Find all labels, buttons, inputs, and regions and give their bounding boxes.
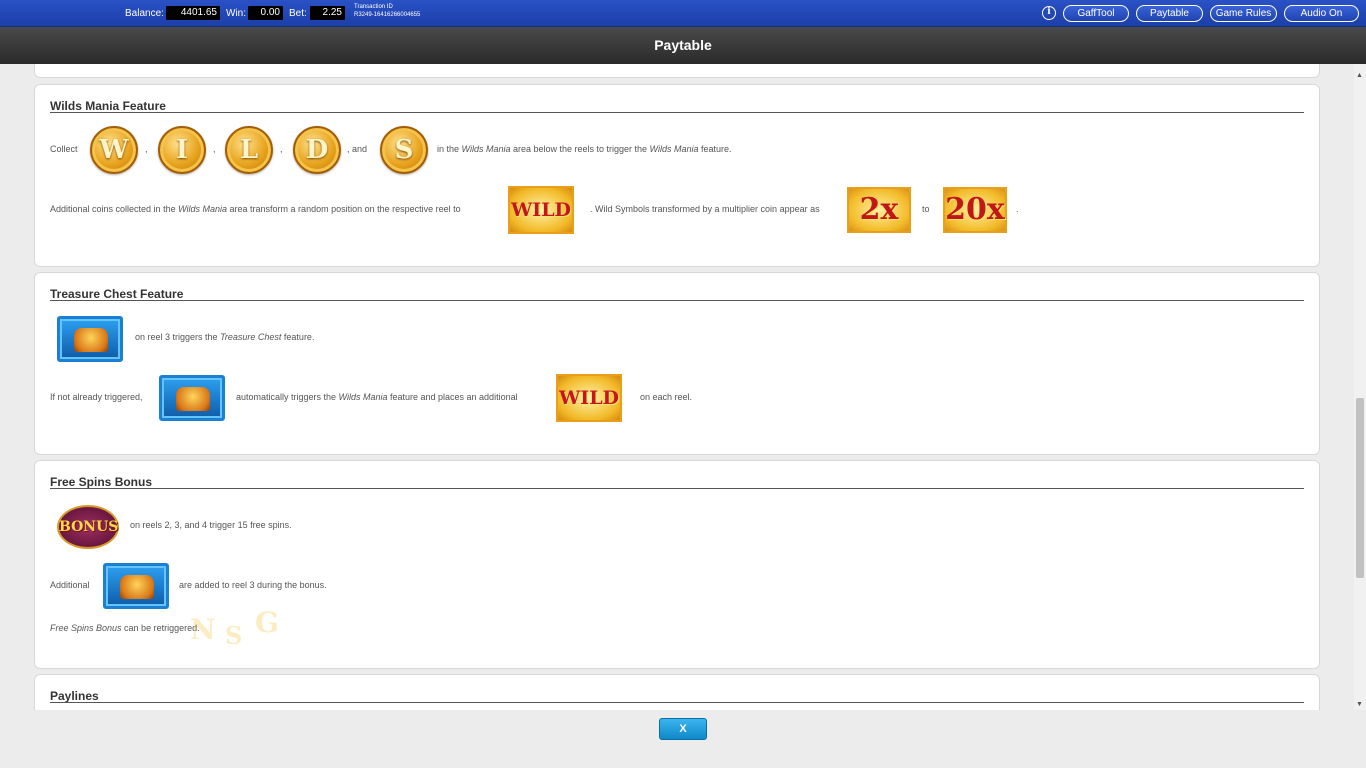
divider xyxy=(50,112,1304,113)
page-title: Paytable xyxy=(0,27,1366,64)
scroll-up-icon[interactable]: ▲ xyxy=(1356,72,1363,79)
treasure-chest-icon xyxy=(159,375,225,421)
watermark-decoration: G xyxy=(255,606,279,639)
period: . xyxy=(1016,204,1019,214)
paylines-panel: Paylines xyxy=(34,674,1320,710)
coin-l-icon: L xyxy=(225,126,273,174)
free-spins-title: Free Spins Bonus xyxy=(50,475,153,489)
transaction-value: R3249-16416266004655 xyxy=(354,12,421,18)
free-spins-line3: Free Spins Bonus can be retriggered. xyxy=(50,623,200,633)
treasure-line2-start: If not already triggered, xyxy=(50,392,143,402)
free-spins-panel: Free Spins Bonus BONUS on reels 2, 3, an… xyxy=(34,460,1320,669)
comma: , xyxy=(280,144,283,154)
treasure-chest-icon xyxy=(103,563,169,609)
bet-value: 2.25 xyxy=(310,6,345,20)
free-spins-line2-start: Additional xyxy=(50,580,90,590)
divider xyxy=(50,702,1304,703)
paylines-title: Paylines xyxy=(50,689,99,703)
multiplier-2x-icon: 2x xyxy=(847,187,911,233)
wilds-line1: in the Wilds Mania area below the reels … xyxy=(437,144,732,154)
comma: , xyxy=(213,144,216,154)
gafftool-button[interactable]: GaffTool xyxy=(1063,5,1129,22)
watermark-decoration: S xyxy=(225,621,243,650)
balance-label: Balance: xyxy=(125,8,164,19)
wilds-line2-multiplier: . Wild Symbols transformed by a multipli… xyxy=(590,204,820,214)
collect-text: Collect xyxy=(50,144,78,154)
scroll-down-icon[interactable]: ▼ xyxy=(1356,701,1363,708)
wilds-line2: Additional coins collected in the Wilds … xyxy=(50,204,461,214)
divider xyxy=(50,300,1304,301)
free-spins-line1: on reels 2, 3, and 4 trigger 15 free spi… xyxy=(130,520,292,530)
paytable-button[interactable]: Paytable xyxy=(1136,5,1203,22)
coin-s-icon: S xyxy=(380,126,428,174)
wilds-mania-panel: Wilds Mania Feature Collect W , I , L , … xyxy=(34,84,1320,267)
wilds-mania-title: Wilds Mania Feature xyxy=(50,99,166,113)
divider xyxy=(50,488,1304,489)
treasure-line1: on reel 3 triggers the Treasure Chest fe… xyxy=(135,332,315,342)
coin-i-icon: I xyxy=(158,126,206,174)
top-bar: Balance: 4401.65 Win: 0.00 Bet: 2.25 Tra… xyxy=(0,0,1366,27)
wild-symbol-icon: WILD xyxy=(508,186,574,234)
paytable-content[interactable]: Wilds Mania Feature Collect W , I , L , … xyxy=(0,64,1354,710)
win-label: Win: xyxy=(226,8,246,19)
wild-symbol-icon: WILD xyxy=(556,374,622,422)
treasure-chest-icon xyxy=(57,316,123,362)
previous-panel xyxy=(34,64,1320,78)
treasure-chest-panel: Treasure Chest Feature on reel 3 trigger… xyxy=(34,272,1320,455)
info-icon[interactable]: i xyxy=(1042,6,1056,20)
watermark-decoration: N xyxy=(190,613,216,646)
coin-d-icon: D xyxy=(293,126,341,174)
and-text: , and xyxy=(347,144,368,154)
coin-w-icon: W xyxy=(90,126,138,174)
free-spins-line2-end: are added to reel 3 during the bonus. xyxy=(179,580,327,590)
treasure-line2-mid: automatically triggers the Wilds Mania f… xyxy=(236,392,518,402)
treasure-chest-title: Treasure Chest Feature xyxy=(50,287,184,301)
close-button[interactable]: X xyxy=(659,718,707,740)
bet-label: Bet: xyxy=(289,8,307,19)
multiplier-20x-icon: 20x xyxy=(943,187,1007,233)
win-value: 0.00 xyxy=(248,6,283,20)
scrollbar[interactable]: ▲ ▼ xyxy=(1354,64,1366,710)
treasure-line2-end: on each reel. xyxy=(640,392,693,402)
to-text: to xyxy=(922,204,930,214)
bonus-symbol-icon: BONUS xyxy=(57,505,119,549)
transaction-label: Transaction ID xyxy=(354,4,393,10)
audio-toggle-button[interactable]: Audio On xyxy=(1284,5,1359,22)
balance-value: 4401.65 xyxy=(166,6,220,20)
scrollbar-thumb[interactable] xyxy=(1356,398,1364,578)
comma: , xyxy=(145,144,148,154)
game-rules-button[interactable]: Game Rules xyxy=(1210,5,1277,22)
